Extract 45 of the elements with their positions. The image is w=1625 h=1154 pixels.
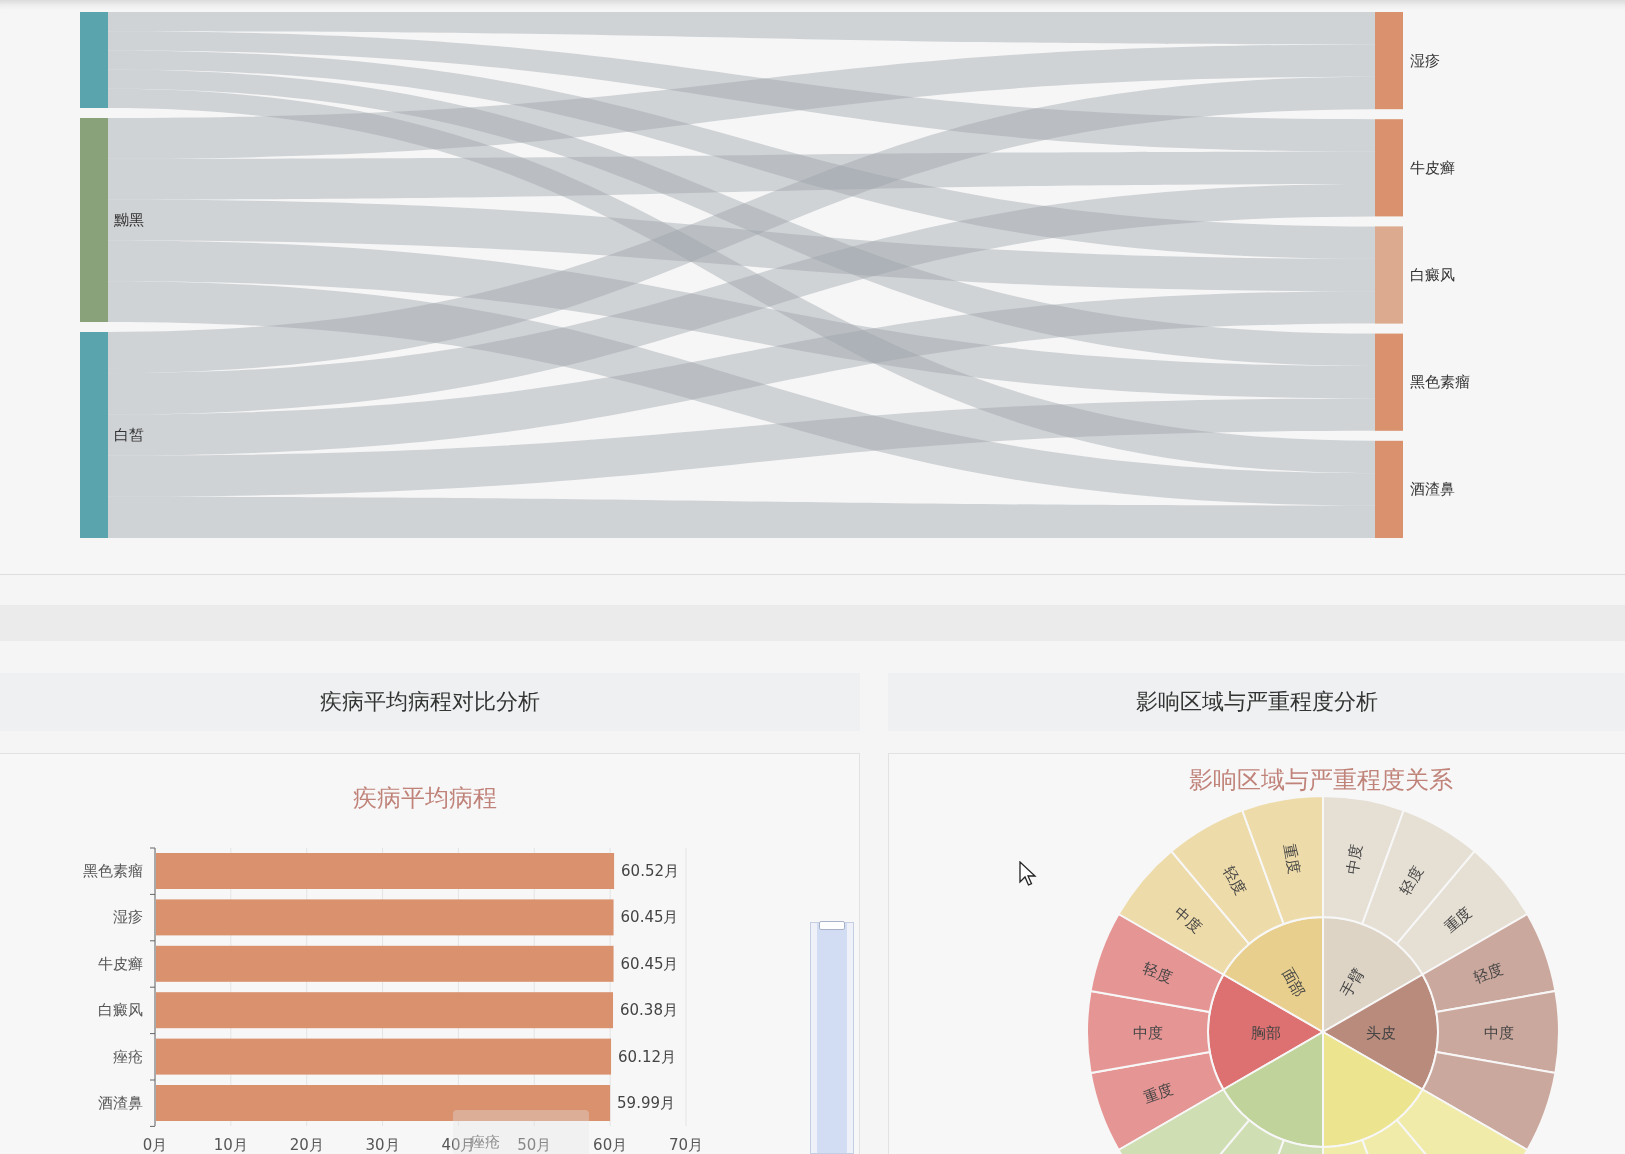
panel-title: 影响区域与严重程度分析 (1135, 688, 1378, 716)
chart-title: 影响区域与严重程度关系 (1189, 766, 1453, 794)
value-label: 59.99月 (617, 1094, 675, 1112)
node-label: 黝黑 (114, 211, 144, 229)
value-label: 60.38月 (620, 1001, 678, 1020)
value-label: 60.12月 (618, 1047, 676, 1066)
node-label: 湿疹 (1410, 51, 1440, 70)
value-label: 60.52月 (621, 862, 680, 880)
axis-label: 50月 (517, 1136, 552, 1154)
axis-label: 0月 (142, 1136, 168, 1154)
segment-label: 中度 (1170, 903, 1206, 937)
segment-label: 轻度 (1396, 863, 1427, 898)
category-label: 酒渣鼻 (98, 1094, 143, 1112)
node-label: 酒渣鼻 (1410, 480, 1455, 499)
category-label: 白癜风 (98, 1001, 143, 1020)
category-label: 牛皮癣 (98, 954, 143, 973)
axis-label: 70月 (668, 1136, 704, 1154)
segment-label: 胸部 (1250, 1024, 1281, 1042)
segment-label: 手臂 (1337, 965, 1368, 1001)
segment-label: 中度 (1343, 843, 1366, 876)
category-label: 湿疹 (113, 908, 143, 927)
value-label: 60.45月 (620, 908, 679, 927)
axis-label: 10月 (213, 1136, 248, 1154)
value-label: 60.45月 (620, 954, 679, 973)
segment-label: 重度 (1280, 843, 1303, 876)
segment-label: 轻度 (1471, 959, 1506, 987)
node-label: 白皙 (114, 426, 144, 444)
node-label: 牛皮癣 (1410, 158, 1455, 177)
node-label: 黑色素瘤 (1410, 373, 1470, 392)
node-label: 白癜风 (1410, 266, 1455, 284)
segment-label: 面部 (1278, 965, 1309, 1001)
segment-label: 轻度 (1219, 863, 1250, 898)
category-label: 黑色素瘤 (83, 862, 143, 880)
segment-label: 头皮 (1365, 1024, 1396, 1042)
segment-label: 中度 (1132, 1024, 1163, 1042)
panel-title: 疾病平均病程对比分析 (320, 688, 540, 716)
axis-label: 30月 (365, 1136, 400, 1154)
category-label: 痤疮 (113, 1047, 143, 1066)
axis-label: 60月 (593, 1136, 628, 1154)
segment-label: 轻度 (1140, 959, 1175, 987)
segment-label: 中度 (1483, 1024, 1514, 1042)
segment-label: 重度 (1440, 903, 1476, 937)
segment-label: 重度 (1141, 1079, 1176, 1107)
axis-label: 20月 (289, 1136, 324, 1154)
chart-title: 疾病平均病程 (353, 784, 497, 812)
